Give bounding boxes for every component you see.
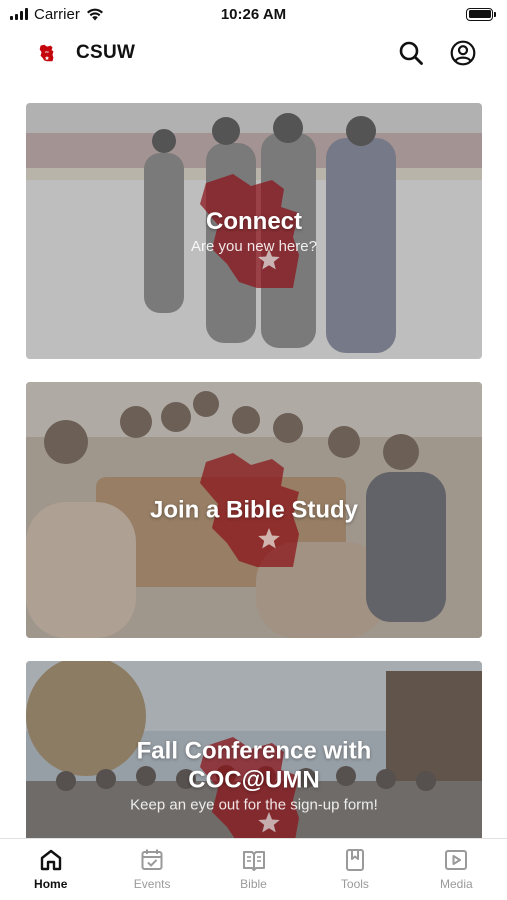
carrier-label: Carrier: [34, 5, 80, 23]
tab-bible[interactable]: Bible: [203, 839, 304, 900]
account-icon: [450, 40, 476, 66]
card-title: Connect: [206, 208, 302, 235]
tab-label: Bible: [240, 877, 267, 891]
tab-media[interactable]: Media: [406, 839, 507, 900]
card-title: Join a Bible Study: [149, 496, 359, 524]
card-text: Fall Conference with COC@UMN Keep an eye…: [26, 737, 482, 814]
tab-events[interactable]: Events: [101, 839, 202, 900]
search-button[interactable]: [397, 39, 425, 67]
card-text: Connect Are you new here?: [26, 207, 482, 255]
tab-label: Home: [34, 877, 68, 891]
wisconsin-logo-icon[interactable]: uw: [36, 42, 58, 64]
calendar-icon: [141, 849, 163, 870]
tab-label: Tools: [340, 877, 369, 891]
tab-label: Media: [439, 877, 473, 891]
home-icon: [40, 849, 61, 871]
book-icon: [242, 851, 265, 871]
battery-icon: [466, 7, 496, 21]
bookmark-icon: [345, 849, 364, 871]
card-title: Fall Conference with COC@UMN: [136, 737, 372, 794]
status-bar: Carrier 10:26 AM: [0, 0, 507, 28]
card-subtitle: Are you new here?: [191, 238, 317, 255]
play-icon: [445, 850, 468, 870]
feed-card-connect[interactable]: Connect Are you new here?: [26, 103, 482, 359]
signal-icon: [10, 8, 28, 20]
tab-home[interactable]: Home: [0, 839, 101, 900]
app-title: CSUW: [76, 42, 136, 63]
tab-bar: Home Events Bible Tools Media: [0, 838, 507, 900]
profile-button[interactable]: [449, 39, 477, 67]
svg-text:uw: uw: [45, 50, 50, 54]
card-subtitle: Keep an eye out for the sign-up form!: [130, 796, 378, 814]
tab-label: Events: [133, 877, 171, 891]
search-icon: [399, 41, 423, 65]
app-header: uw CSUW: [0, 30, 507, 76]
status-left: Carrier: [10, 6, 104, 23]
feed-card-bible-study[interactable]: Join a Bible Study: [26, 382, 482, 638]
wifi-icon: [86, 8, 103, 21]
card-text: Join a Bible Study: [26, 496, 482, 525]
feed-card-fall-conference[interactable]: Fall Conference with COC@UMN Keep an eye…: [26, 661, 482, 851]
tab-tools[interactable]: Tools: [304, 839, 405, 900]
feed: Connect Are you new here? Join a Bible S…: [26, 103, 482, 874]
